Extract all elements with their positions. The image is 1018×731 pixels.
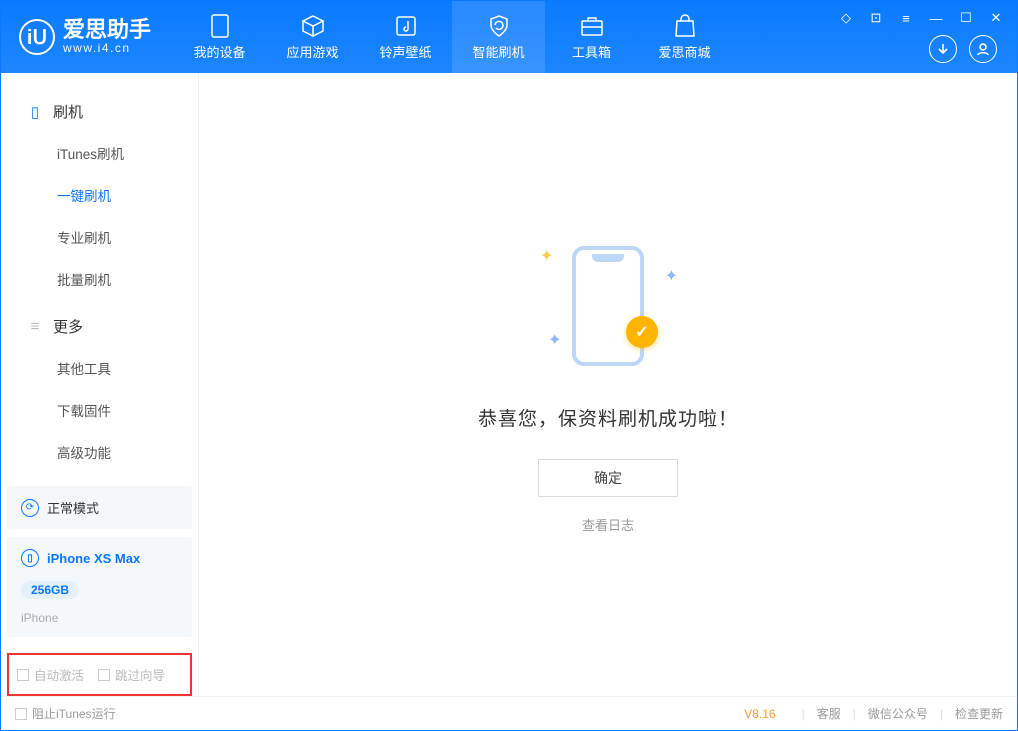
ok-button[interactable]: 确定 [538,459,678,497]
tab-my-device[interactable]: 我的设备 [173,1,266,73]
success-message: 恭喜您，保资料刷机成功啦！ [478,404,738,431]
sidebar-item-batch-flash[interactable]: 批量刷机 [1,258,198,300]
phone-icon [208,14,232,38]
feedback-icon[interactable]: ⊡ [867,9,885,27]
maximize-button[interactable]: ☐ [957,9,975,27]
flash-options-box: 自动激活 跳过向导 [7,653,192,696]
main-nav: 我的设备 应用游戏 铃声壁纸 智能刷机 工具箱 爱思商城 [173,1,731,73]
logo-icon: iᑌ [19,19,55,55]
phone-small-icon: ▯ [27,104,43,120]
refresh-icon: ⟳ [21,499,39,517]
sidebar-item-other-tools[interactable]: 其他工具 [1,347,198,389]
footer-link-wechat[interactable]: 微信公众号 [868,705,928,722]
checkbox-skip-wizard[interactable]: 跳过向导 [98,665,165,684]
close-button[interactable]: ✕ [987,9,1005,27]
app-logo: iᑌ 爱思助手 www.i4.cn [1,1,173,73]
device-small-icon: ▯ [21,549,39,567]
briefcase-icon [580,14,604,38]
main-panel: ✦ ✦ ✦ ✓ 恭喜您，保资料刷机成功啦！ 确定 查看日志 [199,73,1017,696]
check-badge-icon: ✓ [626,316,658,348]
device-mode-block[interactable]: ⟳ 正常模式 [7,486,192,529]
sidebar-item-oneclick-flash[interactable]: 一键刷机 [1,174,198,216]
footer-link-update[interactable]: 检查更新 [955,705,1003,722]
tab-ringtones-wallpapers[interactable]: 铃声壁纸 [359,1,452,73]
success-illustration: ✦ ✦ ✦ ✓ [528,236,688,376]
user-button[interactable] [969,35,997,63]
menu-icon[interactable]: ≡ [897,9,915,27]
app-name: 爱思助手 [63,19,151,41]
download-button[interactable] [929,35,957,63]
phone-outline-icon [572,246,644,366]
view-log-link[interactable]: 查看日志 [582,515,634,534]
header-actions [929,35,997,63]
device-name: iPhone XS Max [47,551,140,566]
tab-store[interactable]: 爱思商城 [638,1,731,73]
tab-apps-games[interactable]: 应用游戏 [266,1,359,73]
list-icon: ≡ [27,319,43,335]
sidebar-item-pro-flash[interactable]: 专业刷机 [1,216,198,258]
footer-link-service[interactable]: 客服 [817,705,841,722]
minimize-button[interactable]: — [927,9,945,27]
checkbox-auto-activate[interactable]: 自动激活 [17,665,84,684]
tab-smart-flash[interactable]: 智能刷机 [452,1,545,73]
device-mode-label: 正常模式 [47,498,99,517]
sidebar-item-download-firmware[interactable]: 下载固件 [1,389,198,431]
shield-refresh-icon [487,14,511,38]
music-note-icon [394,14,418,38]
version-label: V8.16 [744,707,775,721]
sidebar: ▯ 刷机 iTunes刷机 一键刷机 专业刷机 批量刷机 ≡ 更多 其他工具 下… [1,73,199,696]
sidebar-group-flash[interactable]: ▯ 刷机 [1,91,198,132]
sidebar-item-advanced[interactable]: 高级功能 [1,431,198,473]
tab-toolbox[interactable]: 工具箱 [545,1,638,73]
device-info-block[interactable]: ▯ iPhone XS Max 256GB iPhone [7,537,192,637]
sidebar-group-more[interactable]: ≡ 更多 [1,306,198,347]
title-bar: iᑌ 爱思助手 www.i4.cn 我的设备 应用游戏 铃声壁纸 智能刷机 [1,1,1017,73]
app-domain: www.i4.cn [63,41,151,55]
sidebar-item-itunes-flash[interactable]: iTunes刷机 [1,132,198,174]
skin-icon[interactable]: ◇ [837,9,855,27]
bag-icon [673,14,697,38]
device-type-label: iPhone [21,611,58,625]
checkbox-block-itunes[interactable]: 阻止iTunes运行 [15,705,116,722]
cube-icon [301,14,325,38]
device-capacity-badge: 256GB [21,581,79,599]
status-bar: 阻止iTunes运行 V8.16 | 客服 | 微信公众号 | 检查更新 [1,696,1017,730]
